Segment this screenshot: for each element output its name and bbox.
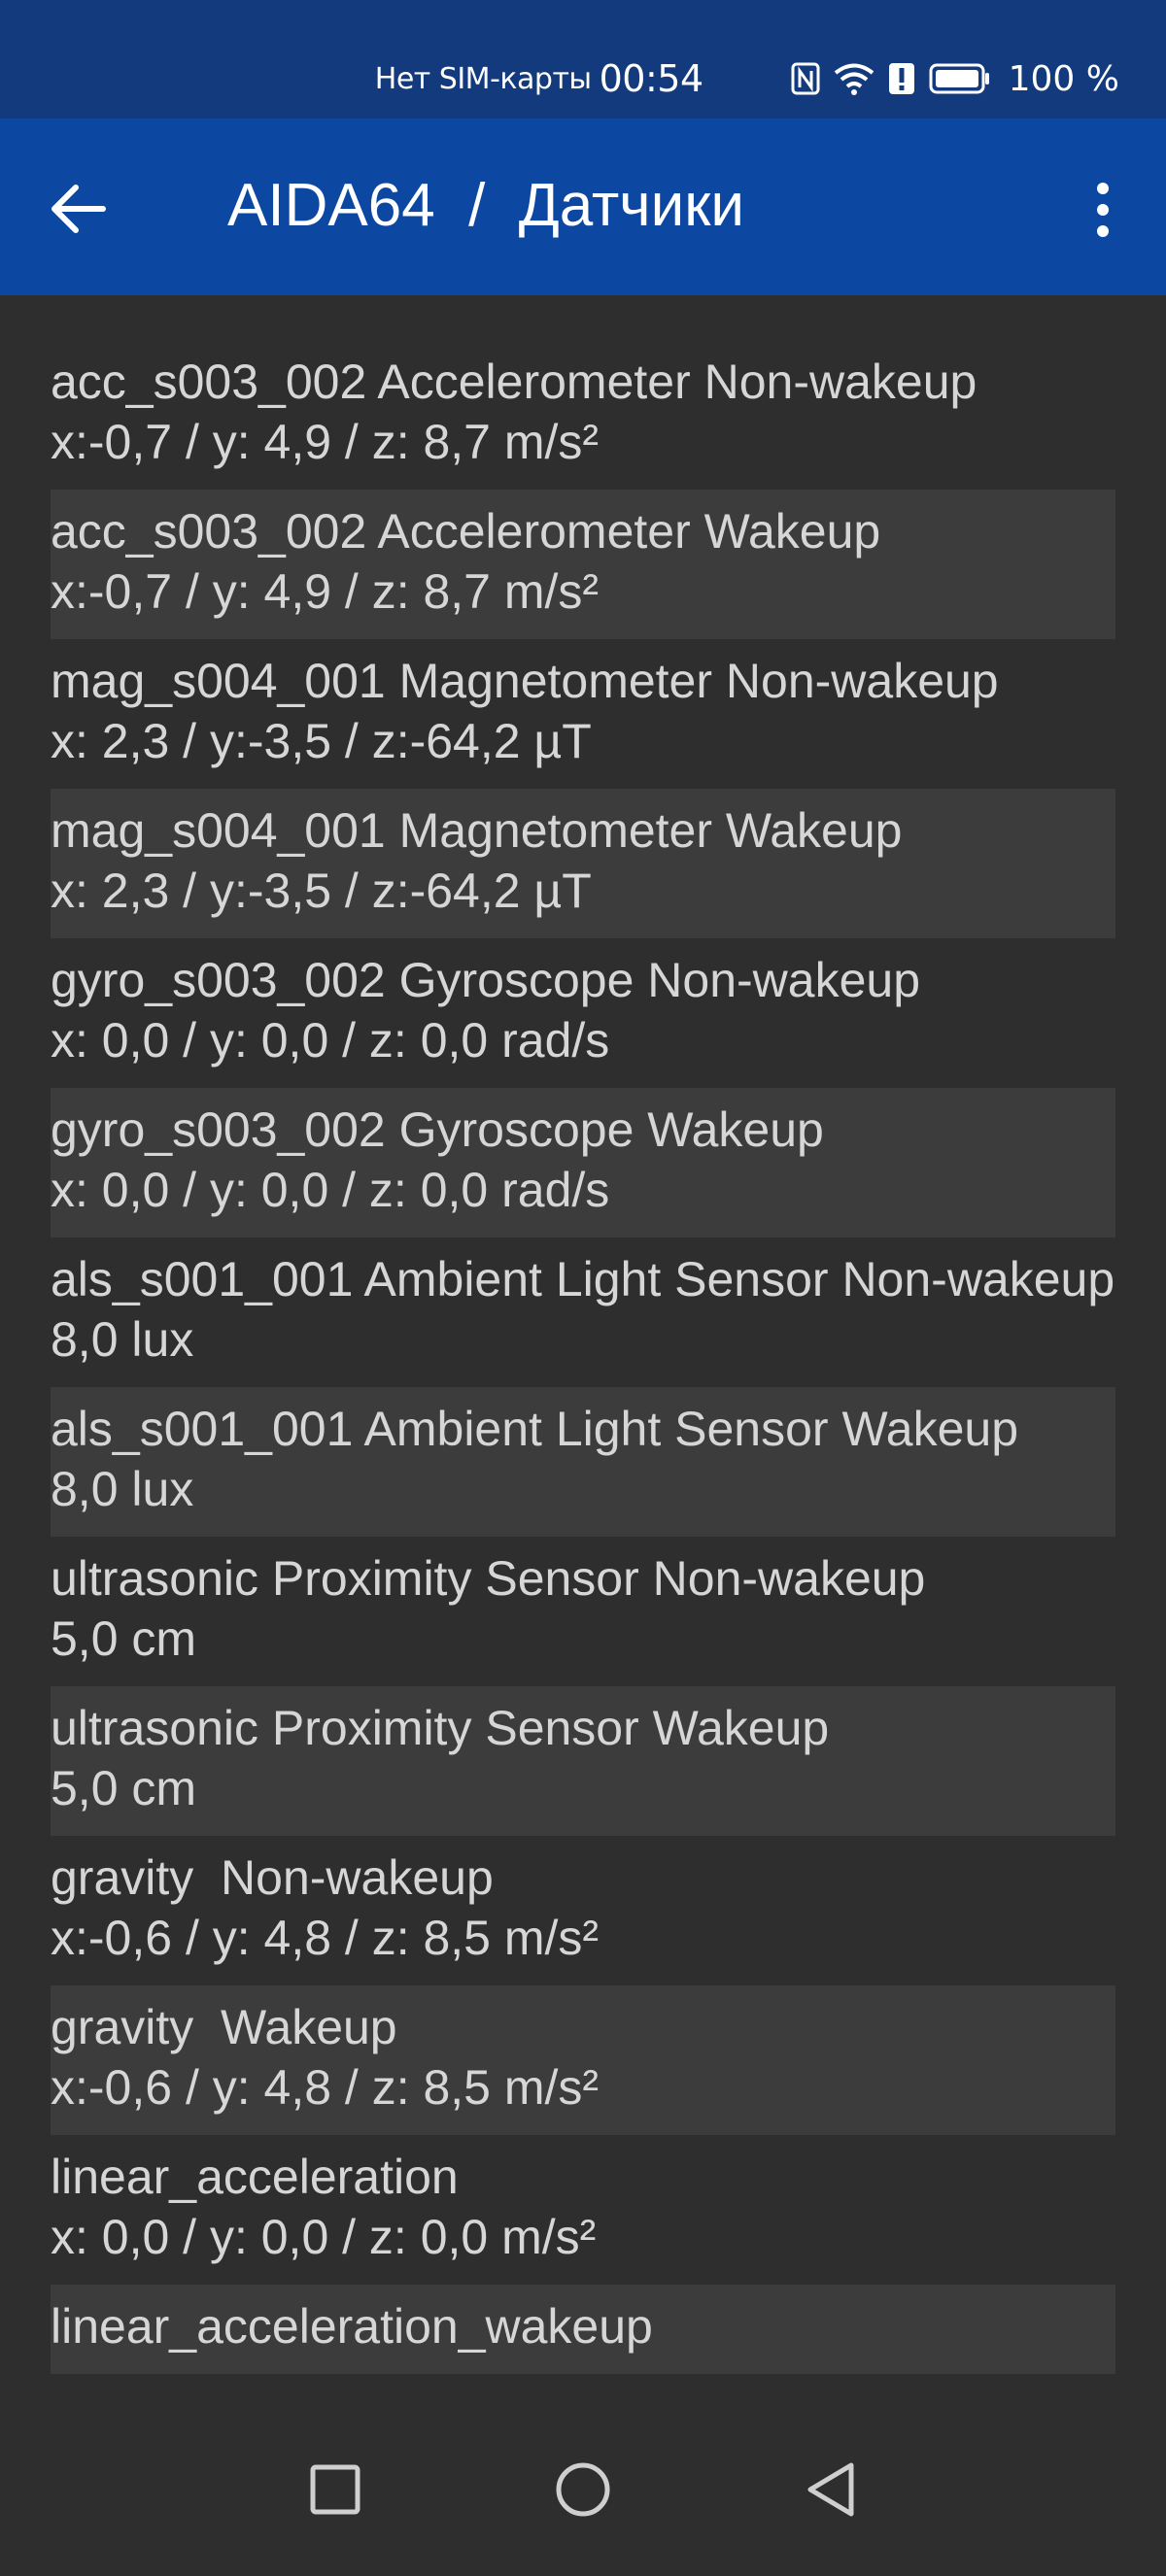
system-nav-bar — [0, 2397, 1166, 2576]
circle-home-icon — [556, 2462, 610, 2517]
battery-percent: 100 % — [1008, 58, 1119, 99]
page-title: AIDA64 / Датчики — [227, 172, 744, 239]
sensor-name: acc_s003_002 Accelerometer Non-wakeup — [51, 355, 977, 409]
sensor-value: x: 2,3 / y:-3,5 / z:-64,2 µT — [51, 864, 592, 918]
home-button[interactable] — [539, 2446, 627, 2533]
sensor-row: gyro_s003_002 Gyroscope Wakeup x: 0,0 / … — [51, 1088, 1115, 1237]
square-recents-icon — [310, 2464, 360, 2515]
app-bar: AIDA64 / Датчики — [0, 119, 1166, 295]
recents-button[interactable] — [292, 2446, 379, 2533]
sensor-row: ultrasonic Proximity Sensor Wakeup 5,0 c… — [51, 1686, 1115, 1836]
alert-icon — [888, 62, 915, 95]
sensor-name: ultrasonic Proximity Sensor Wakeup — [51, 1701, 830, 1755]
nav-back-button[interactable] — [787, 2446, 874, 2533]
sensor-row: acc_s003_002 Accelerometer Non-wakeup x:… — [51, 346, 1115, 490]
more-vert-icon — [1097, 183, 1109, 237]
overflow-menu-button[interactable] — [1069, 171, 1137, 249]
sensor-name: ultrasonic Proximity Sensor Non-wakeup — [51, 1551, 926, 1606]
sensor-name: gravity Non-wakeup — [51, 1850, 494, 1905]
sensor-value: x:-0,7 / y: 4,9 / z: 8,7 m/s² — [51, 564, 600, 619]
sensor-row: gyro_s003_002 Gyroscope Non-wakeup x: 0,… — [51, 938, 1115, 1088]
sensor-name: gyro_s003_002 Gyroscope Wakeup — [51, 1102, 824, 1157]
sensor-row: mag_s004_001 Magnetometer Non-wakeup x: … — [51, 639, 1115, 789]
carrier-label: Нет SIM-карты — [374, 61, 592, 96]
sensor-value: x:-0,6 / y: 4,8 / z: 8,5 m/s² — [51, 2060, 600, 2115]
sensor-row: gravity Non-wakeup x:-0,6 / y: 4,8 / z: … — [51, 1836, 1115, 1985]
sensor-row: als_s001_001 Ambient Light Sensor Non-wa… — [51, 1237, 1115, 1387]
sensor-row: acc_s003_002 Accelerometer Wakeup x:-0,7… — [51, 490, 1115, 639]
sensor-name: mag_s004_001 Magnetometer Non-wakeup — [51, 654, 999, 708]
sensor-value: x: 0,0 / y: 0,0 / z: 0,0 rad/s — [51, 1013, 610, 1068]
sensor-row: ultrasonic Proximity Sensor Non-wakeup 5… — [51, 1537, 1115, 1686]
status-right-group: Нет SIM-карты 00:54 100 % — [375, 54, 1119, 103]
wifi-icon — [834, 62, 874, 95]
arrow-left-icon — [51, 185, 106, 233]
battery-icon — [929, 63, 991, 94]
sensor-name: linear_acceleration_wakeup — [51, 2299, 653, 2354]
sensor-name: als_s001_001 Ambient Light Sensor Non-wa… — [51, 1252, 1115, 1306]
clock: 00:54 — [599, 57, 704, 100]
sensor-name: acc_s003_002 Accelerometer Wakeup — [51, 504, 881, 559]
sensor-name: linear_acceleration — [51, 2150, 459, 2204]
triangle-back-icon — [807, 2462, 854, 2517]
sensor-value: x:-0,7 / y: 4,9 / z: 8,7 m/s² — [51, 415, 600, 469]
sensor-row: mag_s004_001 Magnetometer Wakeup x: 2,3 … — [51, 789, 1115, 938]
sensor-value — [51, 2356, 1115, 2374]
sensor-row: als_s001_001 Ambient Light Sensor Wakeup… — [51, 1387, 1115, 1537]
sensor-name: gravity Wakeup — [51, 2000, 397, 2054]
sensor-value: x: 2,3 / y:-3,5 / z:-64,2 µT — [51, 714, 592, 768]
sensor-row: linear_acceleration_wakeup — [51, 2285, 1115, 2374]
sensor-value: 5,0 cm — [51, 1611, 197, 1666]
sensor-value: 8,0 lux — [51, 1462, 194, 1516]
sensor-name: als_s001_001 Ambient Light Sensor Wakeup — [51, 1402, 1019, 1456]
back-button[interactable] — [49, 175, 126, 243]
sensor-name: gyro_s003_002 Gyroscope Non-wakeup — [51, 953, 920, 1007]
sensor-row: gravity Wakeup x:-0,6 / y: 4,8 / z: 8,5 … — [51, 1985, 1115, 2135]
sensor-name: mag_s004_001 Magnetometer Wakeup — [51, 803, 903, 858]
sensor-row: linear_acceleration x: 0,0 / y: 0,0 / z:… — [51, 2135, 1115, 2285]
status-bar: Нет SIM-карты 00:54 100 % — [0, 0, 1166, 119]
nfc-icon — [791, 62, 820, 95]
sensor-value: 8,0 lux — [51, 1312, 194, 1367]
sensor-value: x:-0,6 / y: 4,8 / z: 8,5 m/s² — [51, 1911, 600, 1965]
sensor-value: x: 0,0 / y: 0,0 / z: 0,0 m/s² — [51, 2210, 597, 2264]
sensor-list[interactable]: acc_s003_002 Accelerometer Non-wakeup x:… — [51, 346, 1115, 2397]
sensor-value: 5,0 cm — [51, 1761, 197, 1815]
sensor-value: x: 0,0 / y: 0,0 / z: 0,0 rad/s — [51, 1163, 610, 1217]
